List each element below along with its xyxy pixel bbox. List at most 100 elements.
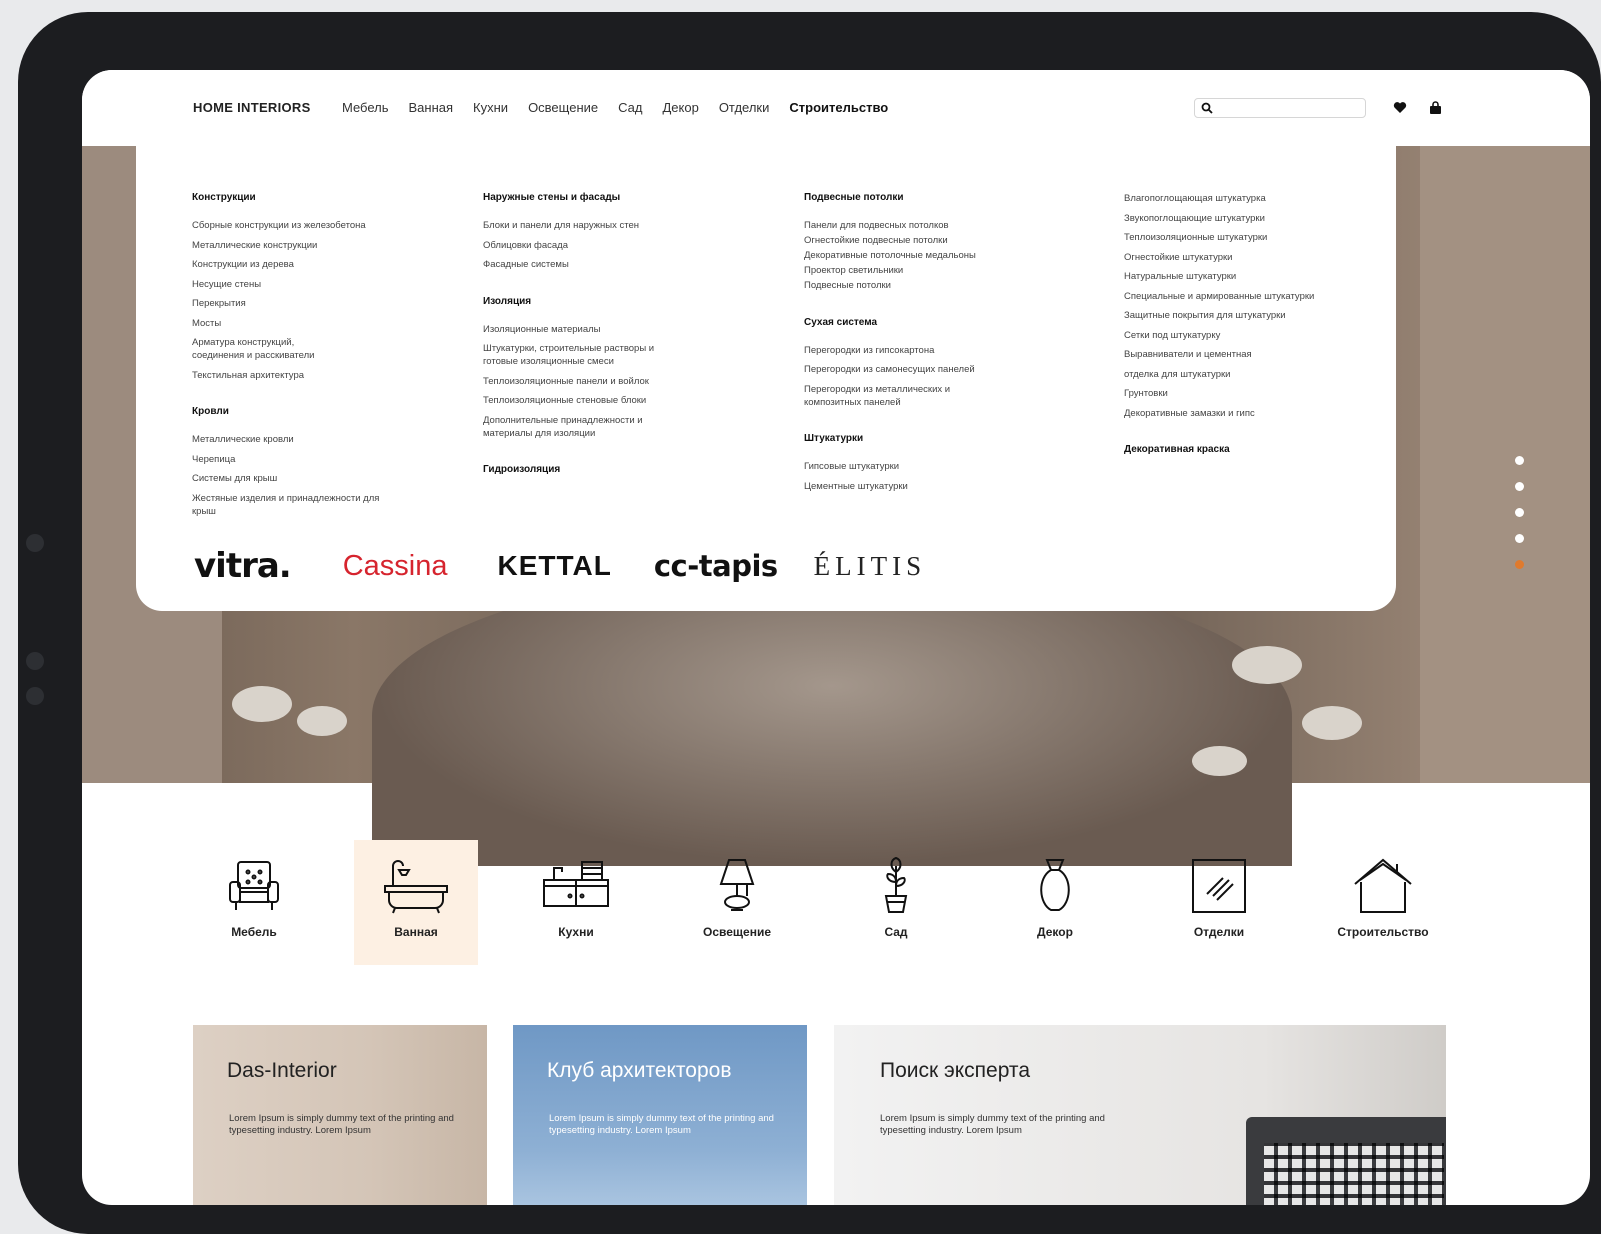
menu-heading[interactable]: Кровли xyxy=(192,406,397,417)
menu-link[interactable]: Системы для крыш xyxy=(192,472,397,485)
menu-link[interactable]: Защитные покрытия для штукатурки xyxy=(1124,309,1314,322)
slider-dot[interactable] xyxy=(1515,456,1524,465)
menu-link[interactable]: Теплоизоляционные панели и войлок xyxy=(483,375,683,388)
menu-link[interactable]: Огнестойкие штукатурки xyxy=(1124,251,1314,264)
category-furniture[interactable]: Мебель xyxy=(192,840,316,965)
menu-heading[interactable]: Подвесные потолки xyxy=(804,192,976,203)
menu-link[interactable]: Черепица xyxy=(192,453,397,466)
category-kitchens[interactable]: Кухни xyxy=(514,840,638,965)
menu-link[interactable]: Металлические конструкции xyxy=(192,239,397,252)
laptop-image xyxy=(1246,1117,1446,1205)
menu-link[interactable]: Текстильная архитектура xyxy=(192,369,397,382)
promo-card-architects-club[interactable]: Клуб архитекторов Lorem Ipsum is simply … xyxy=(513,1025,807,1205)
menu-link[interactable]: Фасадные системы xyxy=(483,258,683,271)
category-label: Мебель xyxy=(231,925,277,939)
search-input[interactable] xyxy=(1217,100,1367,118)
menu-link[interactable]: Блоки и панели для наружных стен xyxy=(483,219,683,232)
category-lighting[interactable]: Освещение xyxy=(675,840,799,965)
slider-dot-active[interactable] xyxy=(1515,560,1524,569)
promo-card-das-interior[interactable]: Das-Interior Lorem Ipsum is simply dummy… xyxy=(193,1025,487,1205)
menu-link[interactable]: Сетки под штукатурку xyxy=(1124,329,1314,342)
menu-link[interactable]: Штукатурки, строительные растворы и гото… xyxy=(483,342,683,368)
menu-link[interactable]: Перегородки из гипсокартона xyxy=(804,344,976,357)
plant-icon xyxy=(884,856,908,913)
menu-heading[interactable]: Сухая система xyxy=(804,317,976,328)
menu-link[interactable]: Звукопоглощающие штукатурки xyxy=(1124,212,1314,225)
nav-item-decor[interactable]: Декор xyxy=(662,100,698,115)
menu-link[interactable]: Влагопоглощающая штукатурка xyxy=(1124,192,1314,205)
side-button xyxy=(26,687,44,705)
menu-heading[interactable]: Конструкции xyxy=(192,192,397,203)
card-text: Lorem Ipsum is simply dummy text of the … xyxy=(549,1113,774,1136)
menu-link[interactable]: Декоративные потолочные медальоны xyxy=(804,249,976,262)
menu-link[interactable]: Теплоизоляционные стеновые блоки xyxy=(483,394,683,407)
menu-heading[interactable]: Штукатурки xyxy=(804,433,976,444)
menu-link[interactable]: Выравниватели и цементная xyxy=(1124,348,1314,361)
menu-link[interactable]: Конструкции из дерева xyxy=(192,258,397,271)
logo[interactable]: HOME INTERIORS xyxy=(193,100,311,115)
menu-link[interactable]: Грунтовки xyxy=(1124,387,1314,400)
search-icon xyxy=(1201,102,1213,114)
menu-link[interactable]: Панели для подвесных потолков xyxy=(804,219,976,232)
menu-link[interactable]: Теплоизоляционные штукатурки xyxy=(1124,231,1314,244)
menu-heading[interactable]: Изоляция xyxy=(483,296,683,307)
nav-item-finishes[interactable]: Отделки xyxy=(719,100,770,115)
menu-link[interactable]: Перегородки из самонесущих панелей xyxy=(804,363,976,376)
menu-link[interactable]: Подвесные потолки xyxy=(804,279,976,292)
brand-logo-elitis[interactable]: ÉLITIS xyxy=(814,551,926,582)
nav-item-bathroom[interactable]: Ванная xyxy=(409,100,454,115)
slider-dots[interactable] xyxy=(1515,456,1524,586)
slider-dot[interactable] xyxy=(1515,508,1524,517)
card-title: Клуб архитекторов xyxy=(547,1059,732,1082)
menu-link[interactable]: Дополнительные принадлежности и материал… xyxy=(483,414,673,440)
menu-link[interactable]: Перекрытия xyxy=(192,297,397,310)
menu-link[interactable]: Специальные и армированные штукатурки xyxy=(1124,290,1314,303)
category-construction[interactable]: Строительство xyxy=(1318,840,1448,965)
nav-item-kitchens[interactable]: Кухни xyxy=(473,100,508,115)
menu-link[interactable]: Декоративные замазки и гипс xyxy=(1124,407,1314,420)
menu-link[interactable]: Облицовки фасада xyxy=(483,239,683,252)
brand-logo-kettal[interactable]: KETTAL xyxy=(497,550,611,582)
category-bathroom[interactable]: Ванная xyxy=(354,840,478,965)
menu-link[interactable]: Несущие стены xyxy=(192,278,397,291)
brand-logo-cctapis[interactable]: cc-tapis xyxy=(654,549,778,583)
heart-icon[interactable] xyxy=(1393,101,1407,114)
menu-link[interactable]: Сборные конструкции из железобетона xyxy=(192,219,397,232)
brand-logo-cassina[interactable]: Cassina xyxy=(343,550,448,583)
menu-link[interactable]: Мосты xyxy=(192,317,397,330)
menu-link[interactable]: Гипсовые штукатурки xyxy=(804,460,976,473)
menu-link[interactable]: Цементные штукатурки xyxy=(804,480,976,493)
category-decor[interactable]: Декор xyxy=(993,840,1117,965)
search-box[interactable] xyxy=(1194,98,1367,118)
category-label: Ванная xyxy=(394,925,438,939)
card-title: Поиск эксперта xyxy=(880,1059,1030,1082)
nav-item-furniture[interactable]: Мебель xyxy=(342,100,389,115)
promo-card-find-expert[interactable]: Поиск эксперта Lorem Ipsum is simply dum… xyxy=(834,1025,1446,1205)
menu-heading[interactable]: Декоративная краска xyxy=(1124,444,1314,455)
vase-icon xyxy=(1040,859,1070,911)
bag-icon[interactable] xyxy=(1429,101,1442,115)
brand-logo-vitra[interactable]: vitra. xyxy=(194,546,292,586)
card-text: Lorem Ipsum is simply dummy text of the … xyxy=(229,1113,454,1136)
menu-link[interactable]: Огнестойкие подвесные потолки xyxy=(804,234,976,247)
menu-link[interactable]: Жестяные изделия и принадлежности для кр… xyxy=(192,492,397,518)
nav-item-lighting[interactable]: Освещение xyxy=(528,100,598,115)
menu-link[interactable]: Металлические кровли xyxy=(192,433,397,446)
category-garden[interactable]: Сад xyxy=(834,840,958,965)
slider-dot[interactable] xyxy=(1515,482,1524,491)
menu-link[interactable]: Изоляционные материалы xyxy=(483,323,683,336)
category-row: Мебель Ванная Кухни Освещение Сад Декор … xyxy=(192,840,1452,965)
nav-item-garden[interactable]: Сад xyxy=(618,100,642,115)
menu-link[interactable]: Арматура конструкций, соединения и расск… xyxy=(192,336,342,362)
menu-link[interactable]: Натуральные штукатурки xyxy=(1124,270,1314,283)
nav-item-construction[interactable]: Строительство xyxy=(789,100,888,115)
category-finishes[interactable]: Отделки xyxy=(1157,840,1281,965)
slider-dot[interactable] xyxy=(1515,534,1524,543)
menu-heading[interactable]: Наружные стены и фасады xyxy=(483,192,683,203)
menu-link[interactable]: Проектор светильники xyxy=(804,264,976,277)
menu-heading[interactable]: Гидроизоляция xyxy=(483,464,683,475)
menu-link[interactable]: Перегородки из металлических и композитн… xyxy=(804,383,974,409)
mega-menu: Конструкции Сборные конструкции из желез… xyxy=(136,146,1396,611)
menu-link[interactable]: отделка для штукатурки xyxy=(1124,368,1314,381)
armchair-icon xyxy=(229,861,279,910)
